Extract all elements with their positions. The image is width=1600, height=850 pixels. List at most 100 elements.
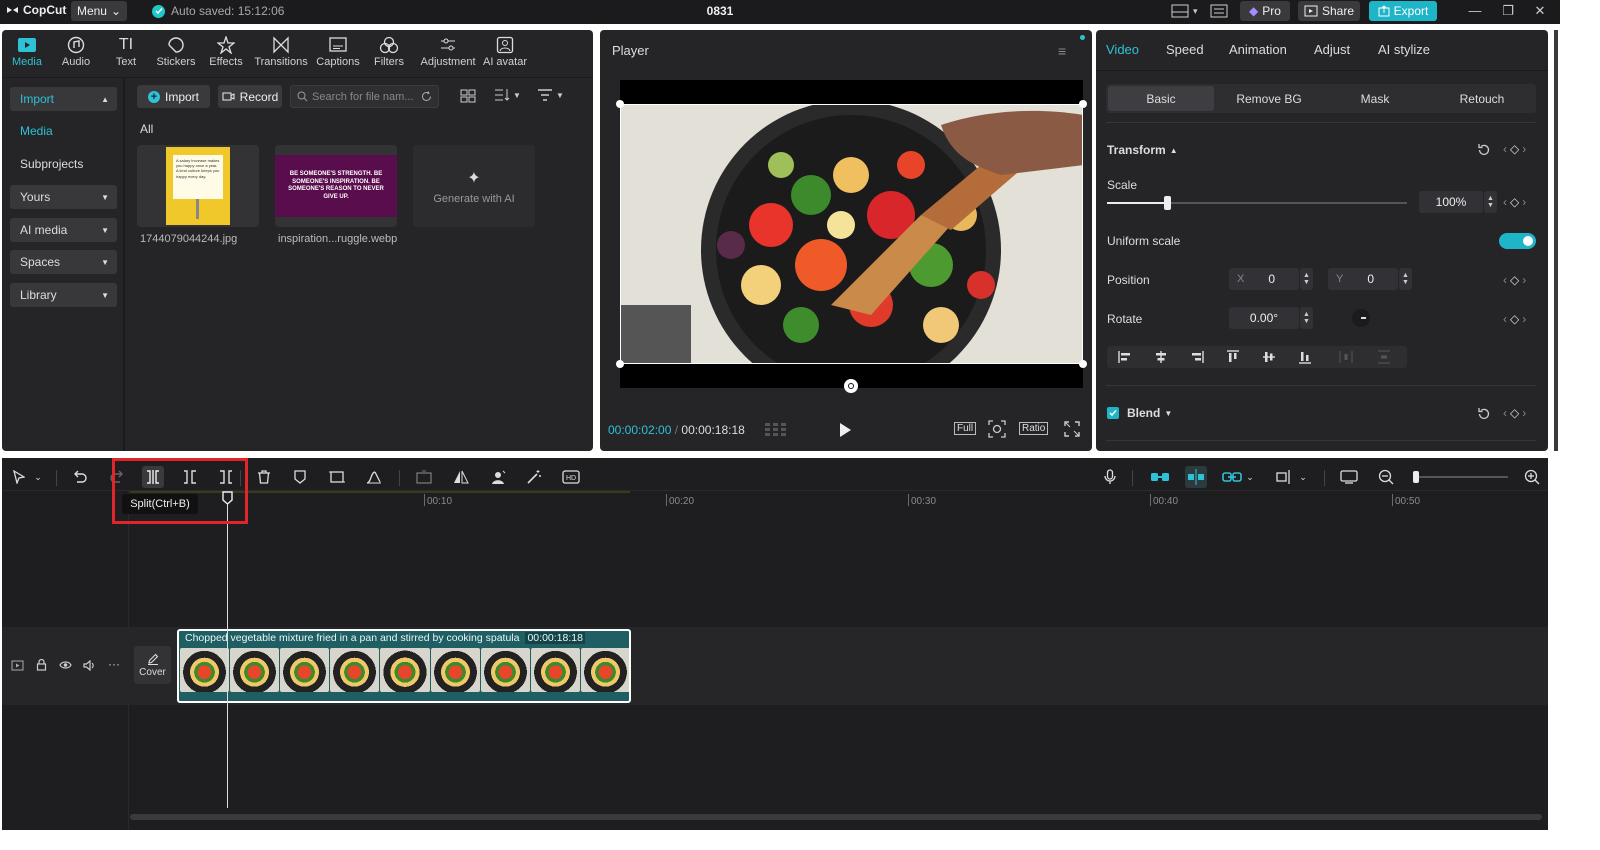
video-canvas[interactable] [616, 80, 1087, 393]
resize-handle[interactable] [616, 100, 624, 108]
resize-handle[interactable] [1079, 100, 1087, 108]
tab-media[interactable]: Media [2, 36, 52, 68]
tab-audio[interactable]: Audio [51, 36, 101, 68]
inspector-scrollbar[interactable] [1554, 30, 1558, 451]
tab-stickers[interactable]: Stickers [151, 36, 201, 68]
align-bottom-icon[interactable] [1287, 350, 1323, 364]
check-circle-icon [152, 4, 165, 18]
rotate-dial[interactable] [1352, 309, 1370, 327]
position-x-stepper[interactable]: ▲ ▼ [1300, 268, 1313, 290]
align-center-v-icon[interactable] [1251, 350, 1287, 364]
keyframe-control[interactable]: ‹ ◇ › [1503, 273, 1526, 287]
blend-checkbox[interactable] [1107, 407, 1119, 419]
hamburger-icon[interactable]: ≡ [1058, 43, 1066, 59]
rotate-handle-icon[interactable] [844, 379, 858, 393]
tab-animation[interactable]: Animation [1229, 42, 1287, 57]
minimize-icon[interactable]: — [1465, 3, 1485, 18]
position-y-input[interactable]: Y 0 [1328, 268, 1398, 290]
record-button[interactable]: Record [218, 85, 282, 108]
sidebar-item-yours[interactable]: Yours ▼ [10, 185, 117, 209]
volume-icon[interactable] [83, 660, 96, 671]
transform-section[interactable]: Transform ▲ [1107, 143, 1178, 157]
generate-with-ai-card[interactable]: ✦ Generate with AI [413, 145, 535, 227]
tab-video[interactable]: Video [1106, 42, 1139, 57]
grid-view-icon[interactable] [460, 89, 476, 103]
reset-icon[interactable] [1477, 143, 1491, 157]
media-item-2[interactable]: BE SOMEONE'S STRENGTH. BE SOMEONE'S INSP… [275, 145, 397, 227]
subtab-basic[interactable]: Basic [1108, 86, 1214, 111]
subtab-mask[interactable]: Mask [1322, 86, 1428, 111]
tab-text[interactable]: TI Text [101, 36, 151, 68]
keyframe-control[interactable]: ‹ ◇ › [1503, 142, 1526, 156]
sidebar-item-label: Media [20, 124, 53, 138]
rotate-stepper[interactable]: ▲ ▼ [1300, 307, 1313, 329]
timeline-scrollbar[interactable] [130, 814, 1542, 820]
filter-dropdown[interactable]: ▼ [537, 88, 564, 102]
blend-section[interactable]: Blend ▼ [1127, 406, 1172, 420]
scale-slider[interactable] [1107, 196, 1407, 210]
search-input[interactable]: Search for file nam... [290, 85, 439, 108]
sort-dropdown[interactable]: ▼ [494, 88, 521, 102]
focus-icon[interactable] [988, 420, 1006, 438]
tab-adjustment[interactable]: Adjustment [420, 36, 476, 68]
shortcuts-icon[interactable] [1210, 4, 1228, 18]
sidebar-item-import[interactable]: Import ▲ [10, 87, 117, 111]
align-right-icon[interactable] [1179, 351, 1215, 363]
fullscreen-icon[interactable] [1064, 421, 1080, 437]
uniform-scale-toggle[interactable] [1499, 233, 1536, 249]
resize-handle[interactable] [1079, 360, 1087, 368]
layout-switch[interactable]: ▾ [1171, 4, 1198, 18]
filter-icon [538, 89, 552, 101]
resize-handle[interactable] [616, 360, 624, 368]
filmstrip-frame [230, 648, 280, 692]
sidebar-item-ai-media[interactable]: AI media ▼ [10, 218, 117, 242]
keyframe-control[interactable]: ‹ ◇ › [1503, 406, 1526, 420]
pro-button[interactable]: ◆ Pro [1240, 1, 1290, 21]
media-item-1[interactable]: A salary increase makes you happy once a… [137, 145, 259, 227]
reset-icon[interactable] [1477, 407, 1491, 421]
cover-button[interactable]: Cover [134, 646, 171, 684]
align-left-icon[interactable] [1107, 351, 1143, 363]
tab-effects[interactable]: Effects [201, 36, 251, 68]
waveform-icon[interactable] [765, 422, 787, 436]
export-button[interactable]: Export [1369, 1, 1437, 21]
menu-button[interactable]: Menu ⌄ [71, 1, 127, 21]
rotate-input[interactable]: 0.00° [1229, 307, 1299, 329]
tab-transitions[interactable]: Transitions [254, 36, 308, 68]
scale-stepper[interactable]: ▲ ▼ [1484, 191, 1497, 213]
close-icon[interactable]: ✕ [1530, 3, 1550, 19]
tab-captions[interactable]: Captions [313, 36, 363, 68]
scale-slider-knob[interactable] [1164, 196, 1171, 210]
position-x-input[interactable]: X 0 [1229, 268, 1299, 290]
align-top-icon[interactable] [1215, 350, 1251, 364]
play-icon[interactable] [838, 422, 852, 438]
sidebar-item-media[interactable]: Media [10, 119, 117, 143]
playhead-line[interactable] [227, 498, 228, 808]
eye-icon[interactable] [59, 660, 72, 670]
sidebar-item-subprojects[interactable]: Subprojects [10, 152, 117, 176]
tab-speed[interactable]: Speed [1166, 42, 1204, 57]
full-quality-button[interactable]: Full [954, 422, 977, 435]
sidebar-item-spaces[interactable]: Spaces ▼ [10, 250, 117, 274]
subtab-retouch[interactable]: Retouch [1429, 86, 1535, 111]
sidebar-item-library[interactable]: Library ▼ [10, 283, 117, 307]
video-clip[interactable]: Chopped vegetable mixture fried in a pan… [177, 629, 631, 703]
keyframe-control[interactable]: ‹ ◇ › [1503, 312, 1526, 326]
align-center-h-icon[interactable] [1143, 351, 1179, 363]
player-title: Player [612, 43, 649, 58]
tab-ai-stylize[interactable]: AI stylize [1378, 42, 1430, 57]
keyframe-diamond-icon: ◇ [1510, 406, 1520, 420]
share-button[interactable]: Share [1298, 1, 1360, 21]
tab-adjust[interactable]: Adjust [1314, 42, 1350, 57]
more-icon[interactable]: ··· [108, 657, 120, 671]
restore-icon[interactable]: ❐ [1498, 3, 1518, 19]
tab-ai-avatar[interactable]: AI avatar [479, 36, 531, 68]
import-button[interactable]: + Import [137, 85, 210, 108]
position-y-stepper[interactable]: ▲ ▼ [1399, 268, 1412, 290]
ratio-button[interactable]: Ratio [1019, 422, 1049, 435]
tab-filters[interactable]: Filters [364, 36, 414, 68]
lock-icon[interactable] [36, 659, 47, 671]
keyframe-control[interactable]: ‹ ◇ › [1503, 195, 1526, 209]
scale-input[interactable]: 100% [1419, 191, 1483, 213]
subtab-remove-bg[interactable]: Remove BG [1216, 86, 1322, 111]
